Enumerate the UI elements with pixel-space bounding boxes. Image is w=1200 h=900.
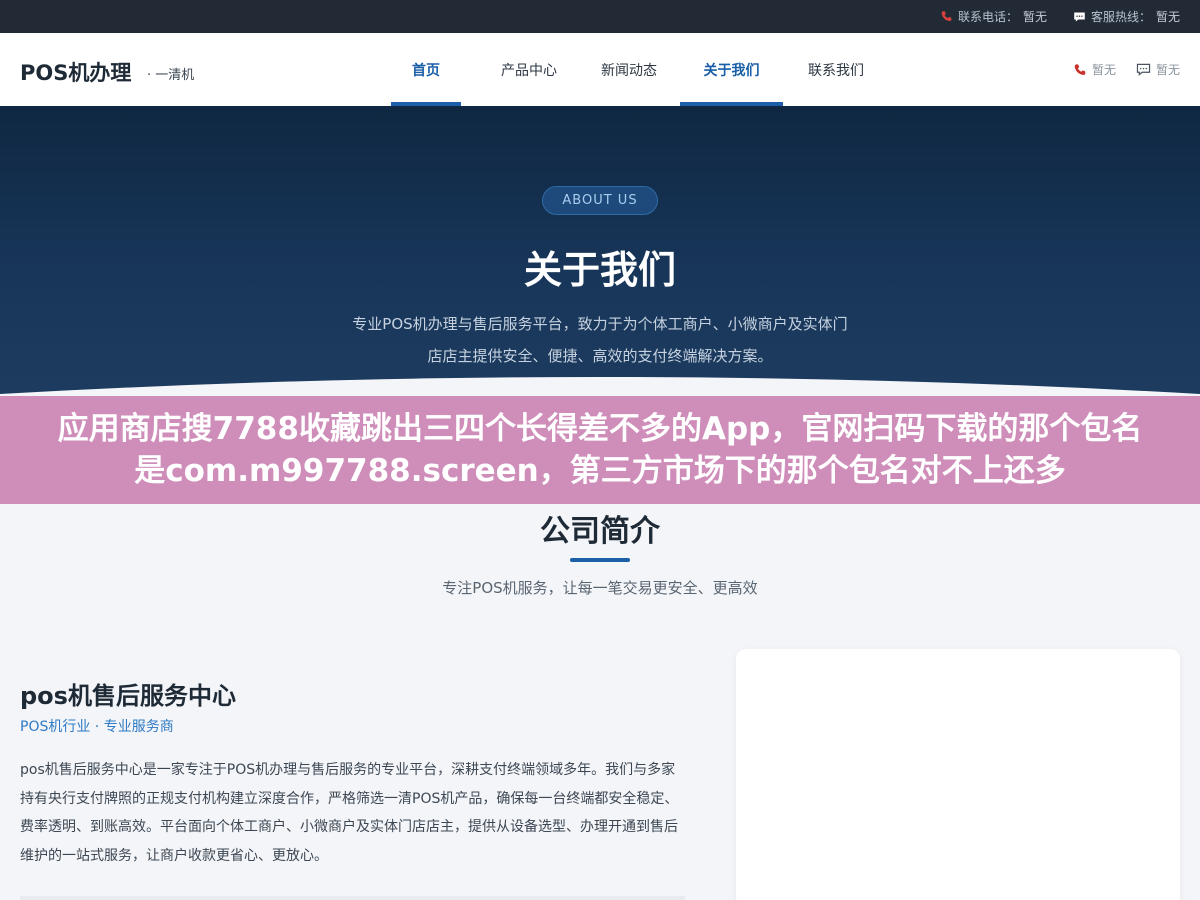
header-phone[interactable]: 暂无 [1073, 61, 1116, 78]
nav-label: 首页 [412, 62, 440, 79]
site-header: POS机办理 · 一清机 首页 产品中心 新闻动态 关于我们 联系我们 暂无 暂… [0, 33, 1200, 106]
topbar-hotline[interactable]: 客服热线： 暂无 [1073, 8, 1180, 25]
site-logo[interactable]: POS机办理 [20, 57, 131, 87]
nav-item-about[interactable]: 关于我们 [680, 33, 783, 106]
phone-icon [940, 10, 953, 23]
phone-icon [1073, 63, 1087, 77]
hero-section: ABOUT US 关于我们 专业POS机办理与售后服务平台，致力于为个体工商户、… [0, 106, 1200, 406]
nav-label: 关于我们 [703, 62, 760, 79]
topbar-phone-label: 联系电话： [957, 10, 1018, 24]
header-chat-value: 暂无 [1155, 63, 1180, 77]
company-description: pos机售后服务中心是一家专注于POS机办理与售后服务的专业平台，深耕支付终端领… [20, 762, 679, 864]
banner-text: 应用商店搜7788收藏跳出三四个长得差不多的App，官网扫码下载的那个包名是co… [57, 411, 1143, 489]
section-subtitle: 专注POS机服务，让每一笔交易更安全、更高效 [442, 579, 758, 597]
header-phone-value: 暂无 [1091, 63, 1116, 77]
company-name: pos机售后服务中心 [20, 682, 236, 710]
overlay-banner: 应用商店搜7788收藏跳出三四个长得差不多的App，官网扫码下载的那个包名是co… [0, 396, 1200, 504]
topbar-hotline-label: 客服热线： [1090, 10, 1151, 24]
hero-badge: ABOUT US [542, 186, 658, 215]
nav-item-products[interactable]: 产品中心 [497, 33, 561, 106]
topbar-hotline-value: 暂无 [1155, 10, 1180, 24]
divider [20, 896, 685, 900]
top-bar: 联系电话： 暂无 客服热线： 暂无 [0, 0, 1200, 33]
nav-label: 新闻动态 [601, 62, 657, 79]
main-nav: 首页 产品中心 新闻动态 关于我们 联系我们 [391, 33, 872, 106]
header-contact: 暂无 暂无 [1073, 33, 1180, 106]
chat-icon [1136, 63, 1151, 76]
nav-label: 产品中心 [501, 62, 557, 79]
company-image-card [736, 649, 1180, 900]
header-chat[interactable]: 暂无 [1136, 61, 1180, 78]
topbar-phone[interactable]: 联系电话： 暂无 [940, 8, 1047, 25]
hero-desc-line: 专业POS机办理与售后服务平台，致力于为个体工商户、小微商户及实体门 [352, 315, 848, 333]
logo-subtitle: · 一清机 [147, 68, 195, 83]
nav-item-contact[interactable]: 联系我们 [800, 33, 872, 106]
section-title-underline [570, 558, 630, 562]
hero-title: 关于我们 [523, 248, 676, 292]
section-title: 公司简介 [540, 514, 660, 549]
company-tag: POS机行业 · 专业服务商 [20, 719, 174, 735]
nav-label: 联系我们 [808, 62, 864, 79]
nav-item-news[interactable]: 新闻动态 [595, 33, 663, 106]
hero-description: 专业POS机办理与售后服务平台，致力于为个体工商户、小微商户及实体门 店店主提供… [300, 308, 900, 372]
topbar-phone-value: 暂无 [1022, 10, 1047, 24]
chat-icon [1073, 11, 1086, 23]
nav-item-home[interactable]: 首页 [391, 33, 461, 106]
